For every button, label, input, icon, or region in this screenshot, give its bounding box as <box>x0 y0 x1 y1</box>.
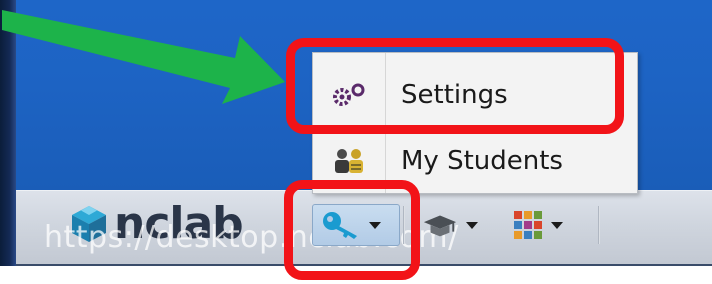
screenshot-stage: nclab https://desktop.nclab.com/ Setting… <box>0 0 712 284</box>
key-button-highlight-annotation <box>284 180 420 280</box>
cube-logo-icon <box>72 206 106 242</box>
chevron-down-icon <box>551 221 563 229</box>
nclab-logo: nclab <box>70 200 270 248</box>
green-arrow-annotation <box>2 10 285 104</box>
graduation-hat-icon <box>423 215 457 237</box>
apps-grid-icon <box>514 211 542 239</box>
chevron-down-icon <box>466 221 478 229</box>
hat-menu-button[interactable] <box>414 204 486 246</box>
settings-highlight-annotation <box>286 38 624 134</box>
taskbar-separator <box>598 206 600 244</box>
menu-item-label: My Students <box>401 146 563 176</box>
apps-menu-button[interactable] <box>505 204 579 246</box>
students-icon <box>313 146 385 176</box>
logo-text: nclab <box>114 198 244 249</box>
